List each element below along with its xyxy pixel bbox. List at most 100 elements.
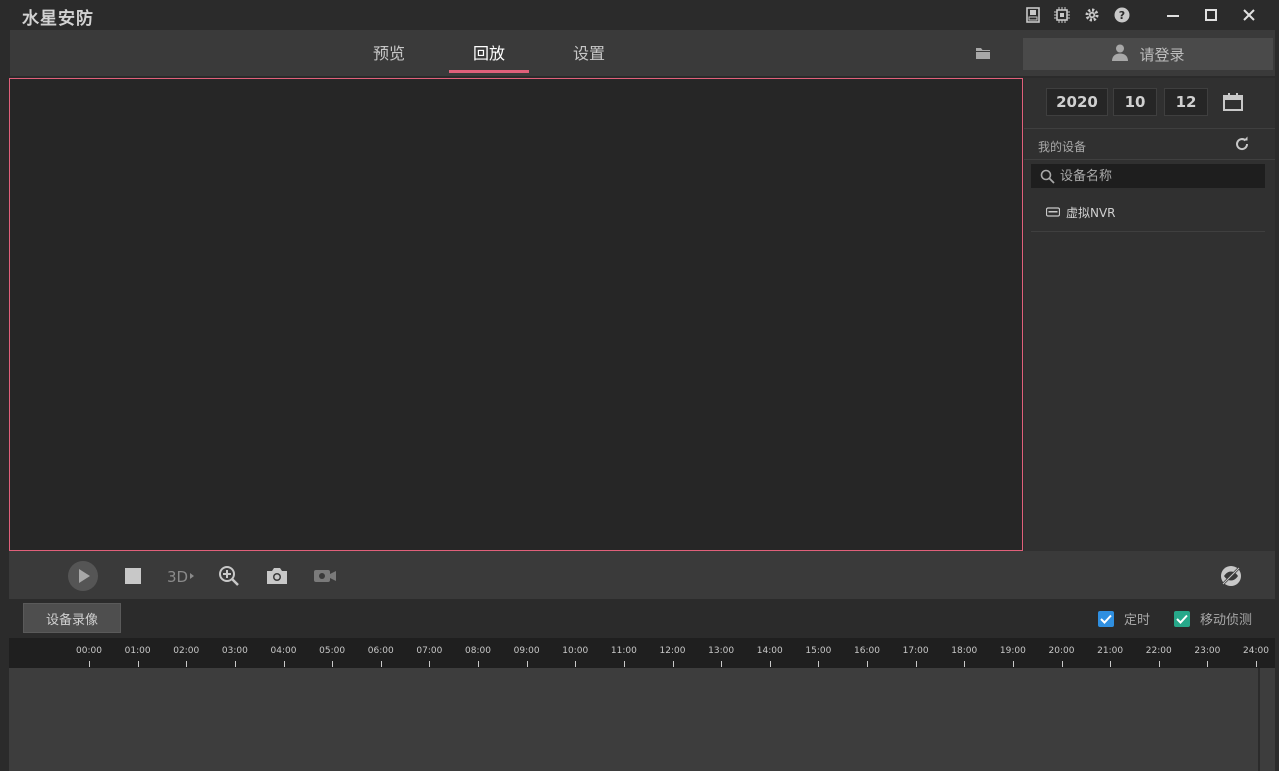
video-viewport[interactable] <box>9 78 1023 551</box>
stop-button[interactable] <box>118 561 148 591</box>
timeline-hour-label: 17:00 <box>902 646 929 656</box>
timeline-hour-label: 02:00 <box>173 646 200 656</box>
device-panel: 2020 10 12 我的设备 虚拟NVR <box>1024 78 1275 551</box>
calendar-icon[interactable] <box>1222 92 1244 112</box>
device-search-input[interactable] <box>1060 167 1260 185</box>
timeline-hour-label: 23:00 <box>1194 646 1221 656</box>
timeline-tick <box>721 661 723 667</box>
timeline-hour-label: 04:00 <box>270 646 297 656</box>
device-label: 虚拟NVR <box>1066 206 1116 220</box>
zoom-icon[interactable] <box>214 561 244 591</box>
playback-controls: 3D <box>9 551 1275 599</box>
timeline-tick <box>234 661 236 667</box>
divider <box>1024 128 1275 129</box>
year-field[interactable]: 2020 <box>1046 88 1108 116</box>
timeline-tick <box>1110 661 1112 667</box>
timeline-tick <box>89 661 90 667</box>
record-video-icon[interactable] <box>310 561 340 591</box>
timeline-tick <box>380 661 382 667</box>
tab-playback[interactable]: 回放 <box>449 40 529 64</box>
login-label: 请登录 <box>1139 45 1185 64</box>
timeline-tick <box>964 661 966 667</box>
timeline-track[interactable] <box>9 668 1275 771</box>
timeline-hour-label: 12:00 <box>659 646 686 656</box>
timeline-tick <box>137 661 139 667</box>
tab-settings[interactable]: 设置 <box>549 40 629 64</box>
timeline-hour-label: 19:00 <box>999 646 1026 656</box>
timeline-hour-label: 16:00 <box>854 646 880 656</box>
timeline-tick <box>915 661 917 667</box>
app-window: 水星安防 ? 预览 回放 设置 请登录 2020 10 12 我的设备 设备名称… <box>0 0 1279 771</box>
timeline-tick <box>867 661 868 667</box>
chip-icon[interactable] <box>1053 6 1071 24</box>
timeline-hour-label: 22:00 <box>1145 646 1172 656</box>
timeline-hour-label: 20:00 <box>1048 646 1075 656</box>
folder-icon[interactable] <box>975 45 993 61</box>
timeline-tick <box>478 661 479 667</box>
timeline-tick <box>1256 661 1257 667</box>
help-icon[interactable]: ? <box>1113 6 1131 24</box>
disk-icon[interactable] <box>1024 6 1042 24</box>
timeline-tick <box>1012 661 1014 667</box>
timeline-hour-label: 05:00 <box>319 646 346 656</box>
checkbox-checked-icon[interactable] <box>1098 610 1114 627</box>
user-icon <box>1111 43 1129 65</box>
timeline-tick <box>769 661 771 667</box>
search-icon <box>1040 169 1055 184</box>
timeline-tick <box>332 661 334 667</box>
play-button[interactable] <box>67 560 99 592</box>
timeline-tick <box>526 661 528 667</box>
timeline-tick <box>672 661 674 667</box>
title-bar: 水星安防 ? <box>0 0 1279 30</box>
device-recording-button[interactable]: 设备录像 <box>23 603 121 633</box>
timeline-tick <box>1158 661 1160 667</box>
month-field[interactable]: 10 <box>1113 88 1157 116</box>
divider <box>1024 159 1275 160</box>
svg-text:3D: 3D <box>167 568 188 585</box>
timeline-hour-label: 24:00 <box>1243 646 1269 656</box>
timed-filter[interactable]: 定时 <box>1098 609 1150 628</box>
tab-preview[interactable]: 预览 <box>349 40 429 64</box>
timeline-hour-label: 01:00 <box>124 646 151 656</box>
timeline-hour-label: 09:00 <box>513 646 540 656</box>
record-bar: 设备录像 定时 移动侦测 <box>9 599 1275 637</box>
refresh-icon[interactable] <box>1234 136 1250 152</box>
minimize-button[interactable] <box>1160 3 1186 27</box>
close-button[interactable] <box>1236 3 1262 27</box>
app-title: 水星安防 <box>22 9 94 29</box>
motion-filter-label: 移动侦测 <box>1200 613 1253 628</box>
device-item[interactable]: 虚拟NVR <box>1045 204 1116 221</box>
timeline-hour-label: 15:00 <box>805 646 832 656</box>
gear-icon[interactable] <box>1083 6 1101 24</box>
timeline-tick <box>283 661 285 667</box>
timeline-tick <box>429 661 431 667</box>
timeline-hour-label: 11:00 <box>610 646 637 656</box>
divider <box>1031 231 1265 232</box>
speed-button[interactable]: 3D <box>166 561 196 591</box>
day-field[interactable]: 12 <box>1164 88 1208 116</box>
timeline-tick <box>623 661 625 667</box>
snapshot-icon[interactable] <box>262 561 292 591</box>
nav-bar: 预览 回放 设置 请登录 <box>10 30 1275 76</box>
svg-text:?: ? <box>1119 9 1125 22</box>
timeline-hour-label: 18:00 <box>951 646 978 656</box>
timeline-hour-label: 21:00 <box>1097 646 1124 656</box>
checkbox-checked-icon[interactable] <box>1174 610 1190 627</box>
timeline-hour-label: 00:00 <box>76 646 102 656</box>
timeline-hour-label: 07:00 <box>416 646 443 656</box>
maximize-button[interactable] <box>1198 3 1224 27</box>
motion-filter[interactable]: 移动侦测 <box>1174 609 1252 628</box>
timeline-hour-label: 13:00 <box>708 646 735 656</box>
timeline-tick <box>1207 661 1209 667</box>
device-search <box>1031 164 1265 188</box>
nvr-icon <box>1045 206 1061 220</box>
timeline-tick <box>186 661 188 667</box>
active-tab-indicator <box>449 70 529 73</box>
timed-filter-label: 定时 <box>1124 613 1151 628</box>
login-button[interactable]: 请登录 <box>1023 38 1273 70</box>
timeline-tick <box>575 661 577 667</box>
timeline-tick <box>818 661 820 667</box>
timeline-end-marker <box>1258 668 1260 771</box>
hide-toggle-icon[interactable] <box>1216 561 1246 591</box>
timeline-ruler[interactable]: 00:00 01:00 02:00 03:00 04:00 05:00 06:00 07:00… <box>9 638 1275 668</box>
